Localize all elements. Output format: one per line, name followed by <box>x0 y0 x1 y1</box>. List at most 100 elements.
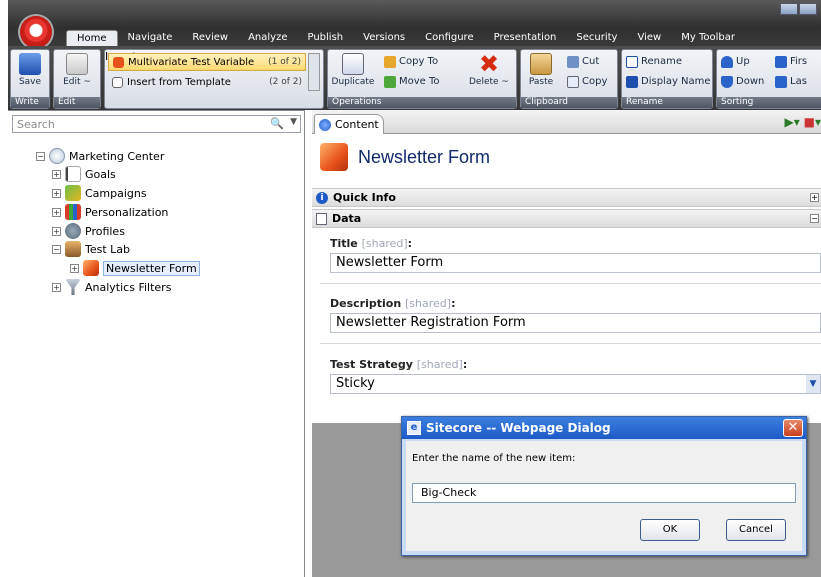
tab-view[interactable]: View <box>627 30 671 46</box>
copy-to-label: Copy To <box>399 56 439 67</box>
minimize-icon[interactable] <box>780 3 798 15</box>
copy-button[interactable]: Copy <box>567 75 607 89</box>
expand-icon[interactable]: + <box>52 188 61 198</box>
group-label-clipboard: Clipboard <box>521 97 617 108</box>
display-name-button[interactable]: Display Name <box>626 75 711 89</box>
paste-button[interactable]: Paste <box>524 53 558 87</box>
group-label-write: Write <box>11 97 49 108</box>
paste-label: Paste <box>528 77 554 87</box>
insert-item-multivariate[interactable]: Multivariate Test Variable (1 of 2) <box>108 53 306 71</box>
search-input[interactable]: Search 🔍 ▼ <box>12 115 301 133</box>
tree-item-personalization[interactable]: + Personalization <box>52 203 168 221</box>
select-value: Sticky <box>336 376 375 391</box>
test-strategy-select[interactable]: Sticky ▼ <box>330 374 821 394</box>
dialog-title: Sitecore -- Webpage Dialog <box>426 421 611 435</box>
personalization-icon <box>65 204 81 220</box>
expand-icon[interactable]: + <box>52 226 61 236</box>
tab-my-toolbar[interactable]: My Toolbar <box>671 30 745 46</box>
rename-label: Rename <box>641 56 683 67</box>
cut-button[interactable]: Cut <box>567 55 599 69</box>
dialog-title-bar: e Sitecore -- Webpage Dialog ✕ <box>402 417 806 439</box>
tree-item-profiles[interactable]: + Profiles <box>52 222 125 240</box>
delete-icon: ✖ <box>478 50 500 78</box>
tree-item-test-lab[interactable]: − Test Lab <box>52 240 130 258</box>
title-field[interactable]: Newsletter Form <box>330 253 821 273</box>
ie-page-icon: e <box>407 421 421 435</box>
shared-tag: [shared] <box>405 297 452 310</box>
sort-first-button[interactable]: Firs <box>775 55 807 69</box>
rename-button[interactable]: Rename <box>626 55 682 69</box>
cancel-button[interactable]: Cancel <box>726 519 786 541</box>
tree-item-campaigns[interactable]: + Campaigns <box>52 184 147 202</box>
collapse-icon[interactable]: − <box>810 214 819 223</box>
tab-analyze[interactable]: Analyze <box>238 30 297 46</box>
tree-label: Personalization <box>85 205 169 219</box>
move-to-label: Move To <box>399 76 440 87</box>
tree-item-marketing-center[interactable]: − Marketing Center <box>36 147 164 165</box>
tab-configure[interactable]: Configure <box>415 30 483 46</box>
tab-home[interactable]: Home <box>66 30 118 46</box>
page-title: Newsletter Form <box>358 146 491 167</box>
tab-content[interactable]: Content <box>314 114 384 134</box>
collapse-icon[interactable]: − <box>36 151 45 161</box>
tree-item-goals[interactable]: + Goals <box>52 165 116 183</box>
sort-up-button[interactable]: Up <box>721 55 750 69</box>
tab-review[interactable]: Review <box>182 30 238 46</box>
last-label: Las <box>790 76 807 87</box>
multivariate-icon <box>113 56 124 68</box>
duplicate-icon <box>342 53 364 75</box>
tab-security[interactable]: Security <box>566 30 627 46</box>
tab-publish[interactable]: Publish <box>297 30 353 46</box>
item-name-input[interactable]: Big-Check <box>412 483 796 503</box>
field-name: Test Strategy <box>330 358 413 371</box>
section-label: Quick Info <box>333 191 396 204</box>
collapse-icon[interactable]: − <box>52 244 61 254</box>
insert-scrollbar[interactable] <box>308 53 320 91</box>
expand-icon[interactable]: + <box>52 207 61 217</box>
campaigns-icon <box>65 185 81 201</box>
chevron-down-icon[interactable]: ▼ <box>806 375 820 393</box>
tree-item-analytics-filters[interactable]: + Analytics Filters <box>52 278 171 296</box>
insert-from-template[interactable]: Insert from Template (2 of 2) <box>108 73 306 91</box>
move-to-button[interactable]: Move To <box>384 75 440 89</box>
sort-last-button[interactable]: Las <box>775 75 807 89</box>
tab-versions[interactable]: Versions <box>353 30 415 46</box>
tab-presentation[interactable]: Presentation <box>484 30 567 46</box>
maximize-icon[interactable] <box>799 3 817 15</box>
section-quick-info[interactable]: i Quick Info + <box>312 188 821 207</box>
group-insert: Multivariate Test Variable (1 of 2) Inse… <box>104 49 324 109</box>
expand-icon[interactable]: + <box>810 193 819 202</box>
tab-navigate[interactable]: Navigate <box>118 30 183 46</box>
section-label: Data <box>332 212 362 225</box>
ok-button[interactable]: OK <box>640 519 700 541</box>
delete-label: Delete ~ <box>469 77 509 87</box>
content-tree-panel: Search 🔍 ▼ − Marketing Center + Goals + … <box>8 110 305 577</box>
copy-to-button[interactable]: Copy To <box>384 55 438 69</box>
sort-down-button[interactable]: Down <box>721 75 764 89</box>
description-field[interactable]: Newsletter Registration Form <box>330 313 821 333</box>
tree-item-newsletter-form[interactable]: + Newsletter Form <box>70 259 200 277</box>
edit-button[interactable]: Edit ~ <box>58 53 96 87</box>
editor-toolbar-icons[interactable]: ▶▾ ■▾ <box>785 115 821 129</box>
delete-button[interactable]: ✖ Delete ~ <box>464 50 514 87</box>
expand-icon[interactable]: + <box>70 263 79 273</box>
insert-item-label: Insert from Template <box>127 76 231 88</box>
copy-label: Copy <box>582 76 608 87</box>
expand-icon[interactable]: + <box>52 282 61 292</box>
app-window: Home Navigate Review Analyze Publish Ver… <box>8 0 821 577</box>
expand-icon[interactable]: + <box>52 169 61 179</box>
sitecore-logo-icon[interactable] <box>20 16 52 48</box>
chevron-down-icon[interactable]: ▼ <box>290 117 297 127</box>
last-icon <box>775 76 787 88</box>
search-icon[interactable]: 🔍 <box>270 117 284 130</box>
save-button[interactable]: Save <box>14 53 46 87</box>
tree-label: Marketing Center <box>69 149 165 163</box>
group-operations: Duplicate Copy To Move To ✖ Delete ~ Ope… <box>327 49 517 109</box>
duplicate-button[interactable]: Duplicate <box>330 53 376 87</box>
section-data[interactable]: Data − <box>312 209 821 228</box>
close-icon[interactable]: ✕ <box>783 419 803 437</box>
group-label-sorting: Sorting <box>717 97 821 108</box>
group-label-operations: Operations <box>328 97 516 108</box>
info-icon: i <box>316 191 328 204</box>
display-name-icon <box>626 76 638 88</box>
